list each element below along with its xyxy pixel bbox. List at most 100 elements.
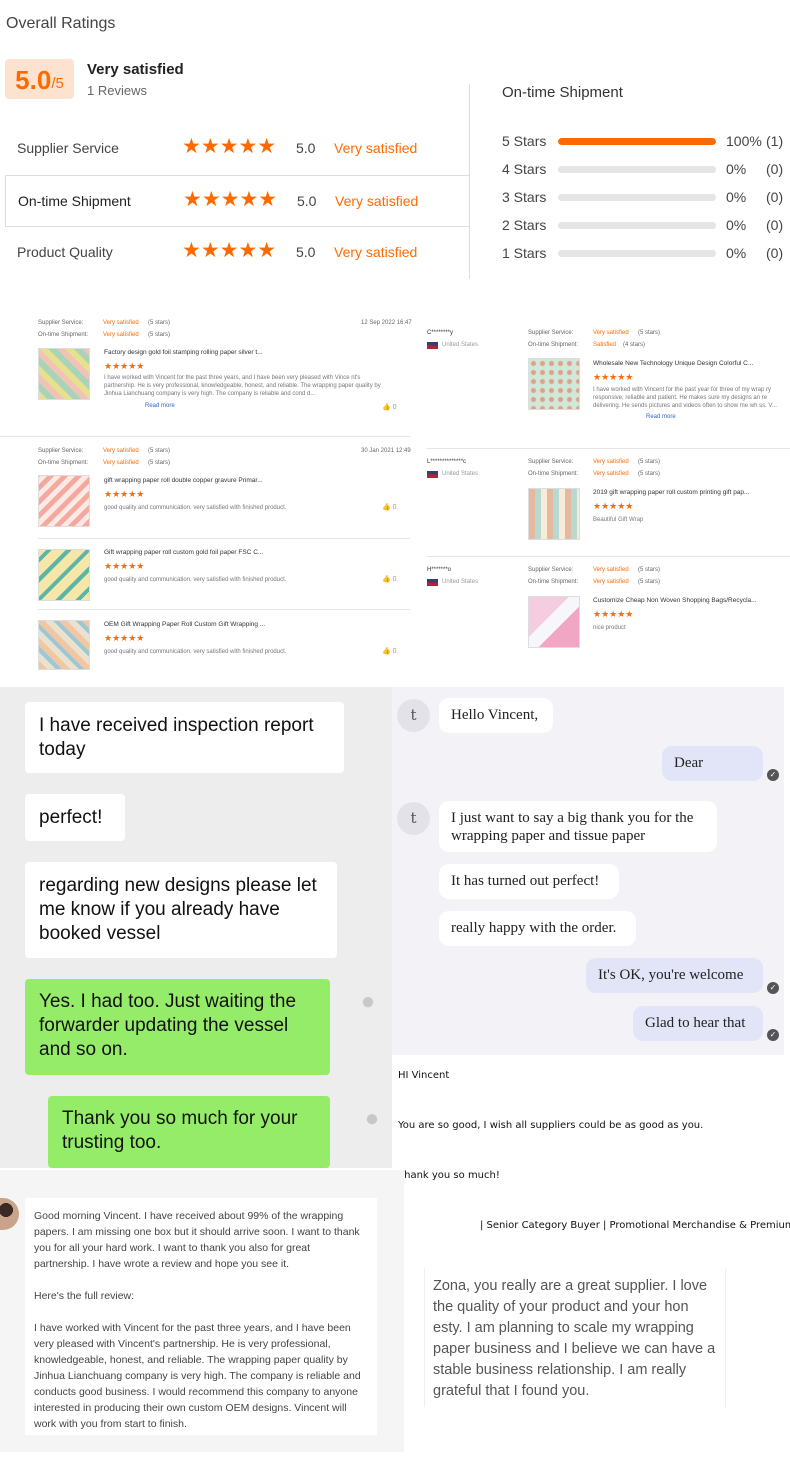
chat-bubble-incoming: really happy with the order. [439, 911, 636, 946]
star-bar-percent: 100% [726, 133, 762, 149]
review-body: good quality and communication. very sat… [104, 649, 287, 655]
product-title[interactable]: OEM Gift Wrapping Paper Roll Custom Gift… [104, 621, 265, 628]
product-title[interactable]: Customize Cheap Non Woven Shopping Bags/… [593, 597, 757, 604]
review-body: I have worked with Vincent for the past … [593, 387, 777, 409]
star-bar-row[interactable]: 5 Stars 100% (1) [502, 131, 790, 151]
reviews-count[interactable]: 1 Reviews [87, 83, 147, 98]
like-count: 0 [392, 404, 397, 411]
star-bar-row[interactable]: 1 Stars 0% (0) [502, 243, 790, 263]
review-body: good quality and communication. very sat… [104, 577, 287, 583]
thumbs-up-icon[interactable]: 👍 0 [382, 503, 397, 511]
star-bar-label: 3 Stars [502, 189, 547, 205]
contact-avatar[interactable]: t [397, 802, 430, 835]
reviewer-country: United States [442, 579, 479, 585]
reviewer-name: H*******o [427, 567, 452, 573]
supplier-label: Supplier Service: [38, 320, 84, 326]
chat-bubble-incoming: It has turned out perfect! [439, 864, 619, 899]
email-thanks: Thank you so much! [398, 1170, 500, 1181]
star-bar-track [558, 250, 716, 257]
us-flag-icon [427, 342, 438, 349]
supplier-value: Very satisfied [593, 330, 629, 336]
star-bar-row[interactable]: 2 Stars 0% (0) [502, 215, 790, 235]
star-icons: ★★★★★ [593, 609, 634, 619]
review-body: Beautiful Gift Wrap [593, 517, 644, 523]
email-signature: | Senior Category Buyer | Promotional Me… [480, 1220, 790, 1231]
review-body: I have worked with Vincent for the past … [104, 375, 381, 397]
like-count: 0 [392, 648, 397, 655]
divider [38, 609, 410, 610]
product-title[interactable]: Factory design gold foil stamping rollin… [104, 349, 263, 356]
chat-bubble-outgoing: Yes. I had too. Just waiting the forward… [25, 979, 330, 1075]
review-paragraph: Good morning Vincent. I have received ab… [34, 1210, 360, 1270]
shipment-stars: (5 stars) [148, 332, 171, 338]
product-thumbnail[interactable] [528, 488, 580, 540]
shipment-stars: (5 stars) [638, 471, 661, 477]
rating-label: On-time Shipment [18, 193, 131, 209]
star-bar-row[interactable]: 3 Stars 0% (0) [502, 187, 790, 207]
star-icons: ★★★★★ [182, 239, 277, 262]
us-flag-icon [427, 471, 438, 478]
thumbs-up-icon[interactable]: 👍 0 [382, 647, 397, 655]
product-title[interactable]: Wholesale New Technology Unique Design C… [593, 360, 753, 367]
product-thumbnail[interactable] [38, 620, 90, 670]
product-title[interactable]: gift wrapping paper roll double copper g… [104, 477, 263, 484]
star-bar-count: (0) [766, 161, 784, 177]
supplier-label: Supplier Service: [38, 448, 84, 454]
star-bar-count: (0) [766, 217, 784, 233]
like-count: 0 [392, 504, 397, 511]
star-icons: ★★★★★ [104, 489, 145, 499]
product-title[interactable]: Gift wrapping paper roll custom gold foi… [104, 549, 263, 556]
reviewer-country: United States [442, 471, 479, 477]
star-bar-row[interactable]: 4 Stars 0% (0) [502, 159, 790, 179]
shipment-label: On-time Shipment: [528, 342, 579, 348]
star-bar-track [558, 222, 716, 229]
review-date: 12 Sep 2022 16:47 [361, 320, 412, 326]
product-thumbnail[interactable] [38, 549, 90, 601]
review-card: Good morning Vincent. I have received ab… [25, 1198, 377, 1435]
shipment-label: On-time Shipment: [38, 460, 89, 466]
reviewer-name: C********y [427, 330, 454, 336]
supplier-label: Supplier Service: [528, 567, 574, 573]
rating-row-product-quality: Product Quality ★★★★★ 5.0 Very satisfied [5, 227, 470, 279]
chat-bubble-incoming: I have received inspection report today [25, 702, 344, 773]
email-body: You are so good, I wish all suppliers co… [398, 1120, 704, 1131]
product-thumbnail[interactable] [528, 358, 580, 410]
shipment-stars: (5 stars) [638, 579, 661, 585]
review-paragraph: I have worked with Vincent for the past … [34, 1322, 361, 1430]
shipment-stars: (5 stars) [148, 460, 171, 466]
contact-avatar[interactable]: t [397, 699, 430, 732]
us-flag-icon [427, 579, 438, 586]
supplier-stars: (5 stars) [638, 459, 661, 465]
read-check-icon: ✓ [767, 1029, 779, 1041]
shipment-label: On-time Shipment: [528, 579, 579, 585]
read-more-link[interactable]: Read more [145, 403, 175, 409]
user-avatar-icon[interactable]: ● [359, 1106, 385, 1132]
supplier-stars: (5 stars) [148, 320, 171, 326]
rating-row-supplier-service: Supplier Service ★★★★★ 5.0 Very satisfie… [5, 123, 470, 175]
ratings-title: Overall Ratings [6, 15, 116, 32]
star-bar-percent: 0% [726, 161, 747, 177]
product-thumbnail[interactable] [528, 596, 580, 648]
shipment-value: Very satisfied [593, 471, 629, 477]
star-icons: ★★★★★ [182, 135, 277, 158]
user-avatar-icon[interactable]: ● [355, 989, 381, 1015]
chat-bubble-incoming: perfect! [25, 794, 125, 841]
read-more-link[interactable]: Read more [646, 414, 676, 420]
chat-bubble-outgoing: Dear [662, 746, 763, 781]
rating-value: 5.0 [296, 140, 316, 156]
product-title[interactable]: 2019 gift wrapping paper roll custom pri… [593, 489, 749, 496]
star-bar-label: 1 Stars [502, 245, 547, 261]
thumbs-up-icon[interactable]: 👍 0 [382, 403, 397, 411]
thumbs-up-icon[interactable]: 👍 0 [382, 575, 397, 583]
supplier-label: Supplier Service: [528, 330, 574, 336]
divider [427, 448, 790, 449]
like-count: 0 [392, 576, 397, 583]
reviews-left-panel: Supplier Service: Very satisfied (5 star… [0, 312, 412, 682]
divider [38, 538, 410, 539]
product-thumbnail[interactable] [38, 475, 90, 527]
email-panel: HI Vincent You are so good, I wish all s… [392, 1058, 790, 1253]
rating-row-on-time-shipment[interactable]: On-time Shipment ★★★★★ 5.0 Very satisfie… [5, 175, 470, 227]
product-thumbnail[interactable] [38, 348, 90, 400]
star-bar-percent: 0% [726, 217, 747, 233]
rating-value: 5.0 [296, 244, 316, 260]
